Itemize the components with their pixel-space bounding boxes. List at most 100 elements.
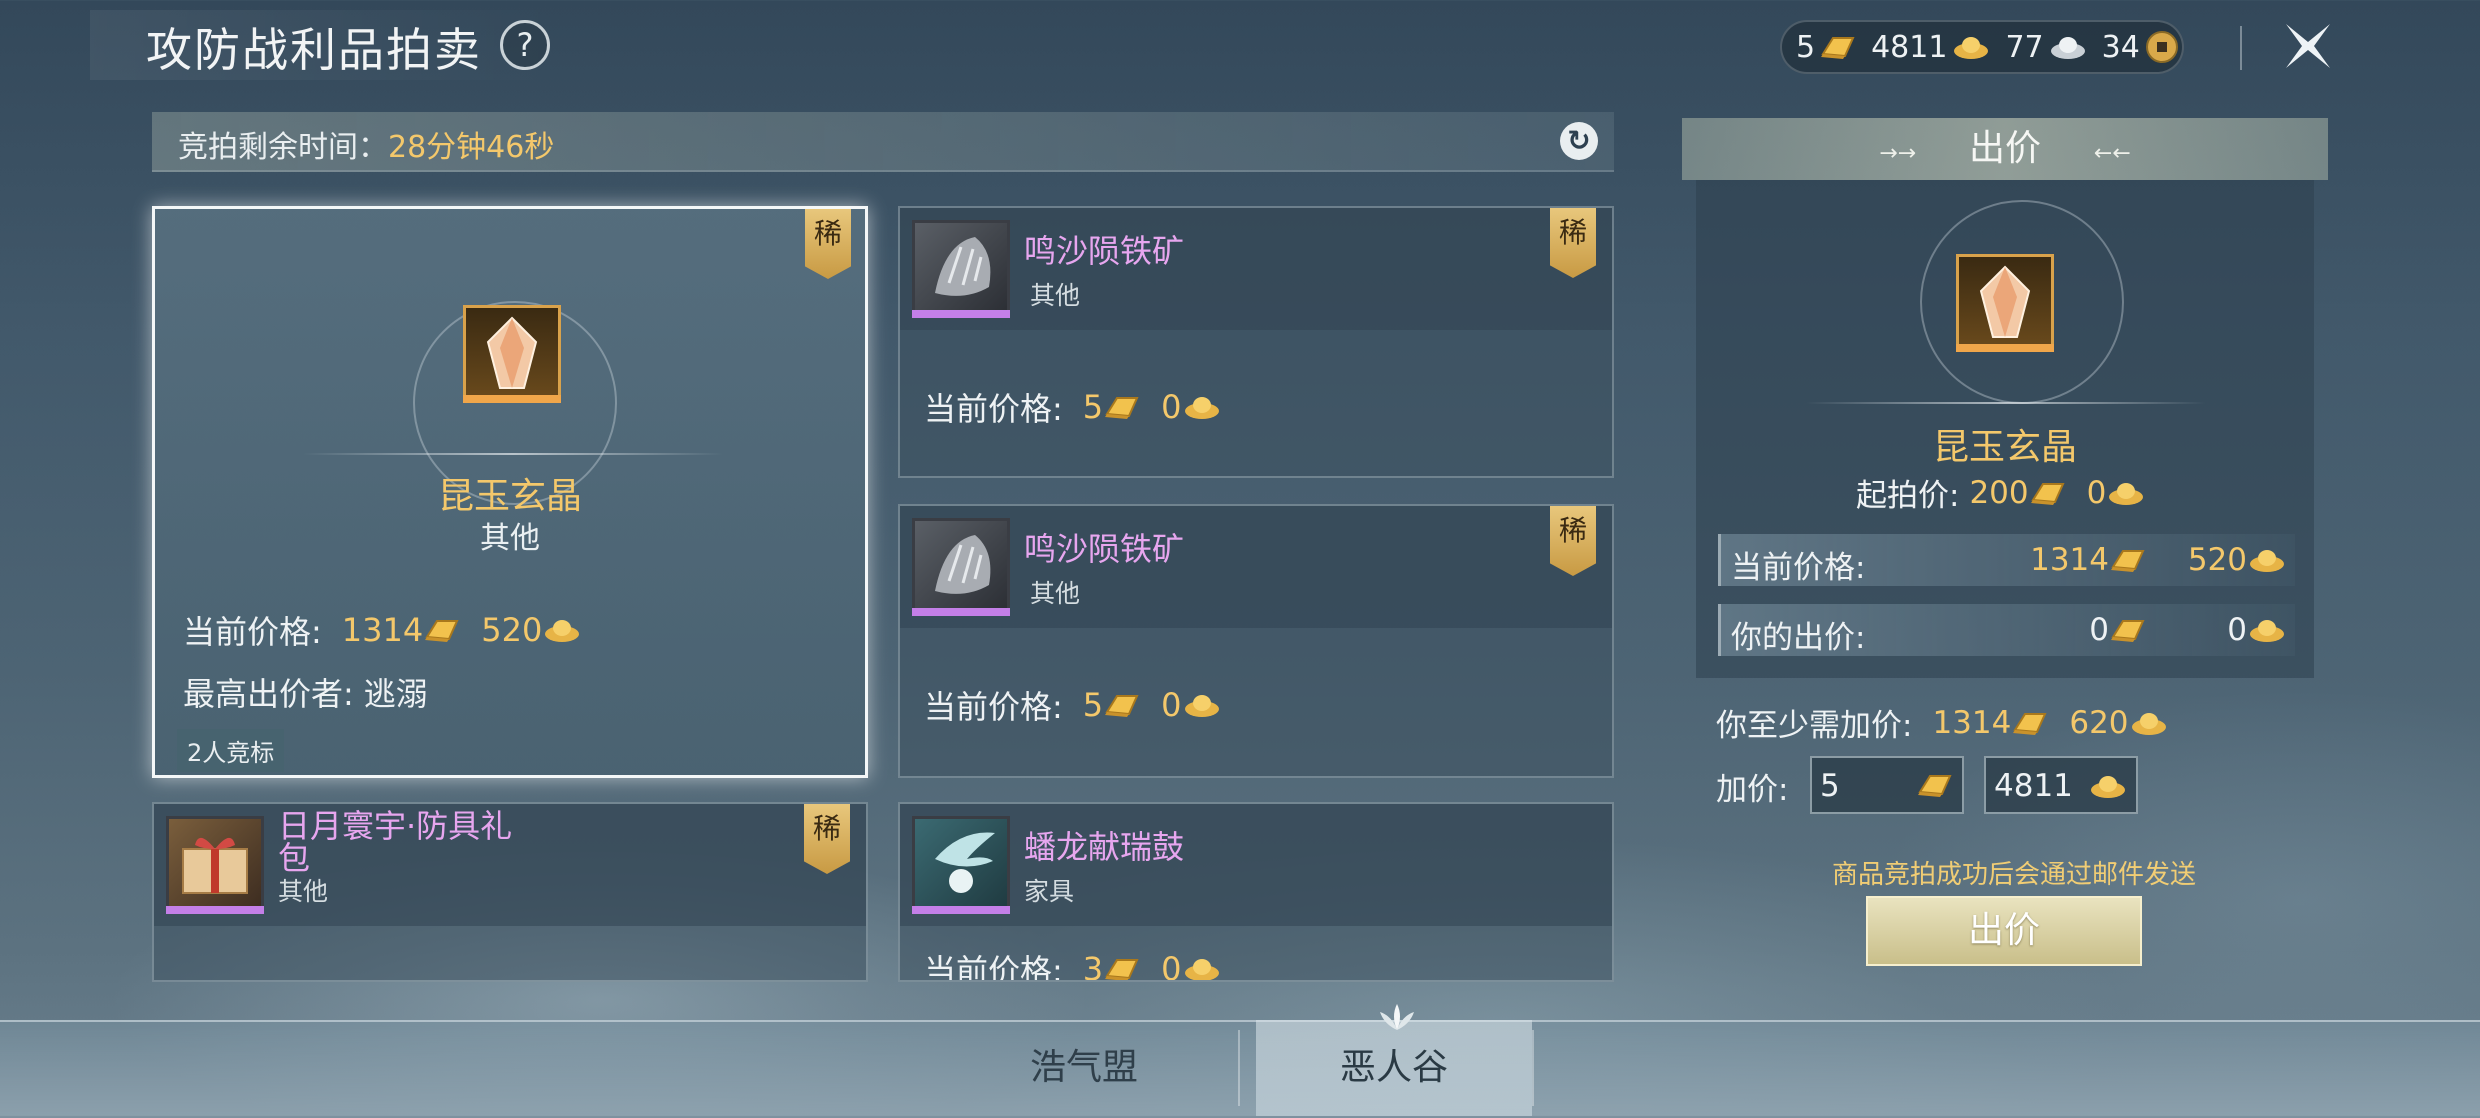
currency-silver: 77 <box>2005 30 2087 65</box>
lotus-ornament-icon <box>1376 1002 1418 1032</box>
price-gold: 5 <box>1082 686 1104 724</box>
current-price-label: 当前价格: <box>1731 550 1866 586</box>
gold-bars-count: 5 <box>1796 29 1816 65</box>
your-bid-yuanbao: 0 <box>2227 612 2247 648</box>
ore-icon <box>935 535 991 594</box>
rarity-bar <box>1956 344 2054 352</box>
bid-item-name: 昆玉玄晶 <box>1932 427 2077 468</box>
current-price: 当前价格: 1314 520 <box>183 607 582 653</box>
your-bid-gold: 0 <box>2089 612 2109 648</box>
gold-bar-icon <box>2029 480 2067 506</box>
header-divider <box>2240 26 2242 70</box>
item-icon-meteor-ore <box>912 518 1010 616</box>
timer-text: 竞拍剩余时间：28分钟46秒 <box>178 122 554 166</box>
page-title: 攻防战利品拍卖 <box>146 23 482 77</box>
start-price: 起拍价: 200 0 <box>1856 470 2146 515</box>
start-price-label: 起拍价: <box>1856 478 1960 514</box>
yuanbao-icon <box>1182 955 1222 980</box>
timer-label: 竞拍剩余时间： <box>178 130 388 165</box>
ore-icon <box>935 237 991 296</box>
yuanbao-icon <box>2129 709 2169 737</box>
tab-haoqimeng[interactable]: 浩气盟 <box>946 1020 1222 1116</box>
gold-bar-icon <box>2011 710 2049 736</box>
divider-ornament <box>303 453 723 455</box>
item-card[interactable]: 稀 鸣沙陨铁矿 其他 当前价格: 5 0 <box>898 504 1614 778</box>
currency-coins: 34 <box>2102 29 2180 65</box>
gold-bar-icon <box>423 617 461 643</box>
currency-yuanbao: 4811 <box>1871 30 1991 65</box>
close-button[interactable] <box>2280 18 2336 74</box>
rare-tag: 稀 <box>804 804 850 874</box>
rarity-bar <box>912 608 1010 616</box>
item-category: 其他 <box>1030 281 1081 310</box>
min-raise-gold: 1314 <box>1932 704 2012 741</box>
tab-erengu[interactable]: 恶人谷 <box>1256 1020 1532 1116</box>
copper-coin-icon <box>2144 29 2180 65</box>
auction-timer-bar: 竞拍剩余时间：28分钟46秒 ↻ <box>152 112 1614 172</box>
item-category: 其他 <box>480 521 540 556</box>
item-name-line2: 包 <box>278 839 311 877</box>
gold-bar-icon <box>1103 956 1141 980</box>
silver-count: 77 <box>2005 29 2044 65</box>
yuanbao-icon <box>1182 393 1222 421</box>
current-price: 当前价格: 5 0 <box>924 682 1222 728</box>
faction-tab-bar <box>0 1020 2480 1118</box>
yuanbao-count: 4811 <box>1871 29 1948 65</box>
coins-count: 34 <box>2101 29 2140 65</box>
item-name: 鸣沙陨铁矿 <box>1024 232 1185 270</box>
yuanbao-icon <box>2247 546 2287 574</box>
mail-notice: 商品竞拍成功后会通过邮件发送 <box>1832 860 2197 890</box>
price-label: 当前价格: <box>924 390 1063 428</box>
close-icon <box>2286 24 2330 68</box>
rare-tag: 稀 <box>1550 208 1596 278</box>
raise-label-row: 加价: <box>1716 764 1788 809</box>
price-label: 当前价格: <box>924 952 1063 982</box>
top-bidder: 最高出价者: 逃溺 <box>183 669 428 715</box>
item-category: 家具 <box>1024 877 1075 906</box>
refresh-icon: ↻ <box>1567 124 1591 157</box>
gold-bar-icon <box>2109 617 2147 643</box>
gold-bar-icon <box>1103 394 1141 420</box>
rarity-bar <box>166 906 264 914</box>
gold-bar-icon <box>2109 547 2147 573</box>
help-button[interactable]: ? <box>500 20 550 70</box>
price-yuanbao: 0 <box>1161 686 1182 724</box>
item-name: 鸣沙陨铁矿 <box>1024 530 1185 568</box>
rare-tag: 稀 <box>1550 506 1596 576</box>
item-name-line1: 日月寰宇·防具礼 <box>278 807 513 845</box>
item-card-selected[interactable]: 稀 昆玉玄晶 其他 当前价格: 1314 520 最高出价者: 逃溺 2人竞标 <box>152 206 868 778</box>
yuanbao-icon <box>1951 33 1991 61</box>
submit-bid-button[interactable]: 出价 <box>1866 896 2142 966</box>
top-bidder-label: 最高出价者: <box>183 675 354 713</box>
current-price-yuanbao: 520 <box>2187 542 2247 578</box>
raise-yuanbao-input[interactable]: 4811 <box>1984 756 2138 814</box>
refresh-button[interactable]: ↻ <box>1560 122 1598 160</box>
min-raise: 你至少需加价: 1314 620 <box>1716 700 2169 745</box>
current-price-gold-group: 1314 <box>2030 542 2147 578</box>
yuanbao-icon <box>2106 479 2146 507</box>
item-card[interactable]: 稀 日月寰宇·防具礼 包 其他 <box>152 802 868 982</box>
item-icon-meteor-ore <box>912 220 1010 318</box>
yuanbao-icon <box>1182 691 1222 719</box>
left-arrow-ornament: →→ <box>1879 141 1917 166</box>
yuanbao-icon <box>542 616 582 644</box>
item-name: 日月寰宇·防具礼 包 <box>278 810 512 874</box>
price-gold: 5 <box>1082 388 1104 426</box>
raise-gold-input[interactable]: 5 <box>1810 756 1964 814</box>
bid-item-icon <box>1956 254 2054 352</box>
yuanbao-icon <box>2088 772 2128 800</box>
right-arrow-ornament: ←← <box>2093 141 2131 166</box>
item-icon-kunyu-crystal <box>463 305 561 403</box>
item-card[interactable]: 稀 鸣沙陨铁矿 其他 当前价格: 5 0 <box>898 206 1614 478</box>
price-yuanbao: 0 <box>1161 388 1182 426</box>
item-category: 其他 <box>278 877 329 906</box>
gold-bar-icon <box>1103 692 1141 718</box>
start-price-gold: 200 <box>1969 474 2029 511</box>
item-card[interactable]: 蟠龙献瑞鼓 家具 当前价格: 3 0 <box>898 802 1614 982</box>
current-price: 当前价格: 5 0 <box>924 384 1222 430</box>
price-gold: 3 <box>1082 950 1104 982</box>
item-icon-armor-giftbox <box>166 816 264 914</box>
raise-gold-value: 5 <box>1820 768 1840 804</box>
bid-panel-header: →→ 出价 ←← <box>1682 118 2328 180</box>
yuanbao-icon <box>2247 616 2287 644</box>
